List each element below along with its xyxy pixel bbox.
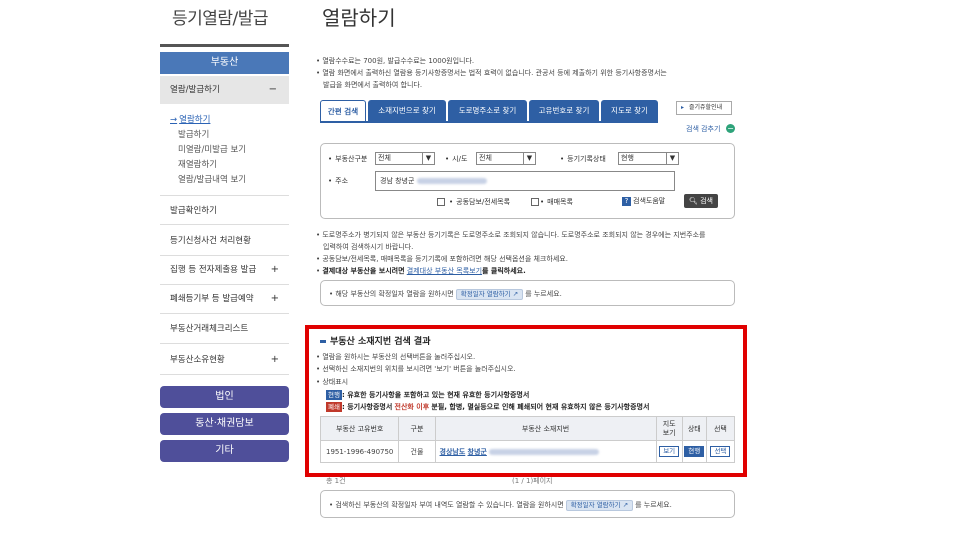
help-button[interactable]: 즐기쥬할인내 xyxy=(676,101,732,115)
sidebar-menu-label: 집행 등 전자제출용 발급 xyxy=(170,265,257,275)
sidebar-category-realestate[interactable]: 부동산 xyxy=(160,52,289,74)
blurred-text xyxy=(416,178,487,184)
type-label: 부동산구분 xyxy=(328,154,367,164)
sidebar-menu-view-issue[interactable]: 열람/발급하기 − xyxy=(160,76,289,104)
status-label: 등기기록상태 xyxy=(560,154,606,164)
highlight-box xyxy=(305,325,747,477)
info-line: • 결제대상 부동산을 보시려면 결제대상 부동산 목록보기를 클릭하세요. xyxy=(316,267,526,275)
info-line: 입력하여 검색하시기 바랍니다. xyxy=(323,243,414,251)
region-select-value: 전체 xyxy=(479,154,492,162)
minus-circle-icon[interactable]: − xyxy=(726,124,735,133)
sidebar-menu-label: 열람/발급하기 xyxy=(170,85,220,95)
sidebar-menu-label: 폐쇄등기부 등 발급예약 xyxy=(170,294,254,304)
sidebar-menu-label: 부동산소유현황 xyxy=(170,355,225,365)
sidebar-subitem-history[interactable]: 열람/발급내역 보기 xyxy=(178,173,246,185)
sidebar-menu-label: 부동산거래체크리스트 xyxy=(170,324,249,334)
confirm-date-text: • 해당 부동산의 확정일자 열람을 원하시면 확정일자 열람하기 ↗ 를 누르세요… xyxy=(329,289,562,300)
search-button[interactable]: 🔍︎ 검색 xyxy=(684,194,718,208)
tab-simple-search[interactable]: 간편 검색 xyxy=(320,100,366,122)
sidebar-pill-other[interactable]: 기타 xyxy=(160,440,289,462)
expand-icon: + xyxy=(270,293,279,304)
tab-road-address[interactable]: 도로명주소로 찾기 xyxy=(448,100,527,122)
sidebar-subitem-view[interactable]: → 열람하기 xyxy=(170,113,210,125)
collapse-icon: − xyxy=(268,84,277,95)
sidebar-pill-movable[interactable]: 동산·채권담보 xyxy=(160,413,289,435)
sidebar-title: 등기열람/발급 xyxy=(172,9,269,29)
sidebar-subitem-label: 열람하기 xyxy=(179,115,211,125)
address-input-value: 경남 창녕군 xyxy=(380,177,415,185)
sidebar-menu-case-status[interactable]: 등기신청사건 처리현황 xyxy=(160,226,289,256)
sidebar-pill-corporation[interactable]: 법인 xyxy=(160,386,289,408)
payable-list-link[interactable]: 결제대상 부동산 목록보기 xyxy=(407,267,482,275)
info-line: • 도로명주소가 병기되지 않은 부동산 등기기록은 도로명주소로 조회되지 않… xyxy=(316,231,706,239)
confirm-date-button[interactable]: 확정일자 열람하기 ↗ xyxy=(455,289,524,300)
external-link-icon: ↗ xyxy=(512,290,519,298)
sidebar-menu-checklist[interactable]: 부동산거래체크리스트 xyxy=(160,314,289,344)
tab-map[interactable]: 지도로 찾기 xyxy=(601,100,658,122)
sidebar-menu-label: 발급확인하기 xyxy=(170,206,217,216)
question-icon: ? xyxy=(622,197,631,206)
chevron-down-icon: ▼ xyxy=(666,153,678,164)
address-input[interactable]: 경남 창녕군 xyxy=(375,171,675,191)
region-label: 시/도 xyxy=(445,154,467,164)
joint-collateral-label: 공동담보/전세목록 xyxy=(449,197,510,207)
confirm-date-text-2: • 검색하신 부동산의 확정일자 부여 내역도 열람할 수 있습니다. 열람을 … xyxy=(329,500,672,511)
expand-icon: + xyxy=(270,354,279,365)
sidebar-subitem-review[interactable]: 재열람하기 xyxy=(178,158,217,170)
sidebar-subitem-unviewed[interactable]: 미열람/미발급 보기 xyxy=(178,143,246,155)
page-title: 열람하기 xyxy=(322,6,396,30)
notice-line: 발급을 화면에서 출력하여 합니다. xyxy=(323,81,423,89)
sidebar-menu-closed-reserve[interactable]: 폐쇄등기부 등 발급예약 + xyxy=(160,284,289,314)
sidebar-menu-ownership[interactable]: 부동산소유현황 + xyxy=(160,345,289,375)
confirm-date-button-2[interactable]: 확정일자 열람하기 ↗ xyxy=(565,500,634,511)
sidebar-menu-electronic[interactable]: 집행 등 전자제출용 발급 + xyxy=(160,255,289,285)
sale-list-checkbox[interactable] xyxy=(531,198,539,206)
sidebar-menu-verify[interactable]: 발급확인하기 xyxy=(160,195,289,225)
status-select[interactable]: 현행 ▼ xyxy=(618,152,679,165)
info-line: • 공동담보/전세목록, 매매목록을 등기기록에 포함하려면 해당 선택옵션을 … xyxy=(316,255,568,263)
search-button-label: 검색 xyxy=(700,197,713,205)
search-guide-label: 검색도움말 xyxy=(633,197,666,205)
notice-line: • 열람수수료는 700원, 발급수수료는 1000원입니다. xyxy=(316,57,475,65)
type-select[interactable]: 전체 ▼ xyxy=(375,152,435,165)
sale-list-label: 매매목록 xyxy=(540,197,573,207)
arrow-icon: → xyxy=(170,115,178,125)
chevron-down-icon: ▼ xyxy=(523,153,535,164)
region-select[interactable]: 전체 ▼ xyxy=(476,152,536,165)
search-icon: 🔍︎ xyxy=(688,197,698,205)
search-guide-button[interactable]: ? 검색도움말 xyxy=(622,196,665,206)
sidebar-divider xyxy=(160,44,289,47)
status-select-value: 현행 xyxy=(621,154,634,162)
tab-lot-number[interactable]: 소재지번으로 찾기 xyxy=(368,100,446,122)
address-label: 주소 xyxy=(328,176,348,186)
hide-search-link[interactable]: 검색 감추기 xyxy=(686,124,720,134)
tab-underline xyxy=(320,121,658,123)
confirm-date-box: • 해당 부동산의 확정일자 열람을 원하시면 확정일자 열람하기 ↗ 를 누르세요… xyxy=(320,280,735,306)
external-link-icon: ↗ xyxy=(622,501,629,509)
chevron-down-icon: ▼ xyxy=(422,153,434,164)
confirm-date-box-2: • 검색하신 부동산의 확정일자 부여 내역도 열람할 수 있습니다. 열람을 … xyxy=(320,490,735,518)
sidebar-menu-label: 등기신청사건 처리현황 xyxy=(170,236,251,246)
type-select-value: 전체 xyxy=(378,154,391,162)
notice-line: • 열람 화면에서 출력하신 열람용 등기사항증명서는 법적 효력이 없습니다.… xyxy=(316,69,667,77)
joint-collateral-checkbox[interactable] xyxy=(437,198,445,206)
sidebar-subitem-issue[interactable]: 발급하기 xyxy=(178,128,209,140)
expand-icon: + xyxy=(270,264,279,275)
tab-unique-number[interactable]: 고유번호로 찾기 xyxy=(529,100,599,122)
